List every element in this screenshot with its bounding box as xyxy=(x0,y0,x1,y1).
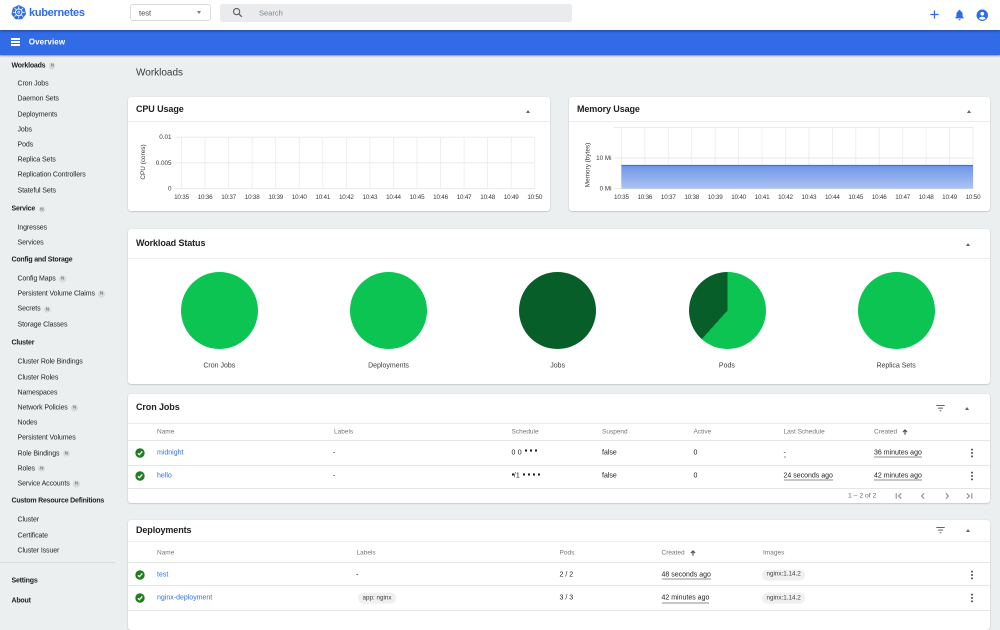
svg-text:10:39: 10:39 xyxy=(708,194,723,201)
svg-text:10:38: 10:38 xyxy=(245,194,260,201)
svg-text:10:49: 10:49 xyxy=(504,194,519,201)
svg-text:10:43: 10:43 xyxy=(802,194,817,201)
svg-text:10:44: 10:44 xyxy=(386,194,401,201)
svg-text:10:44: 10:44 xyxy=(825,194,840,201)
svg-text:Memory (bytes): Memory (bytes) xyxy=(585,143,592,187)
svg-text:0: 0 xyxy=(168,186,172,193)
svg-text:10:42: 10:42 xyxy=(778,194,793,201)
svg-text:10:35: 10:35 xyxy=(174,194,189,201)
svg-text:10:40: 10:40 xyxy=(731,194,746,201)
svg-text:10:38: 10:38 xyxy=(684,194,699,201)
svg-text:10:36: 10:36 xyxy=(198,194,213,201)
svg-text:10:37: 10:37 xyxy=(661,194,676,201)
svg-text:10:50: 10:50 xyxy=(966,194,981,201)
svg-text:10:35: 10:35 xyxy=(614,194,629,201)
svg-text:10:39: 10:39 xyxy=(268,194,283,201)
svg-text:10:47: 10:47 xyxy=(895,194,910,201)
svg-text:10 Mi: 10 Mi xyxy=(596,155,611,162)
svg-text:10:43: 10:43 xyxy=(363,194,378,201)
svg-text:10:46: 10:46 xyxy=(872,194,887,201)
svg-text:10:40: 10:40 xyxy=(292,194,307,201)
svg-text:10:37: 10:37 xyxy=(221,194,236,201)
svg-text:10:41: 10:41 xyxy=(755,194,770,201)
svg-text:CPU (cores): CPU (cores) xyxy=(140,144,147,179)
svg-text:10:50: 10:50 xyxy=(527,194,542,201)
svg-text:10:36: 10:36 xyxy=(637,194,652,201)
svg-text:0.005: 0.005 xyxy=(156,160,172,167)
svg-text:10:42: 10:42 xyxy=(339,194,354,201)
svg-text:10:48: 10:48 xyxy=(919,194,934,201)
svg-text:10:41: 10:41 xyxy=(315,194,330,201)
svg-text:10:48: 10:48 xyxy=(480,194,495,201)
svg-text:10:45: 10:45 xyxy=(848,194,863,201)
svg-text:10:47: 10:47 xyxy=(457,194,472,201)
svg-text:10:49: 10:49 xyxy=(942,194,957,201)
svg-text:10:45: 10:45 xyxy=(410,194,425,201)
svg-text:0.01: 0.01 xyxy=(159,134,172,141)
svg-text:10:46: 10:46 xyxy=(433,194,448,201)
svg-text:0 Mi: 0 Mi xyxy=(600,186,612,193)
